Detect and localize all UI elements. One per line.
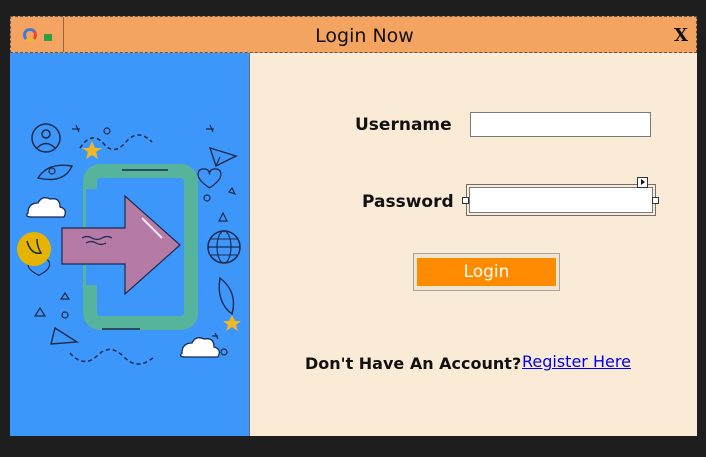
resize-handle-left[interactable] bbox=[462, 197, 469, 204]
app-logo-square-icon bbox=[44, 34, 52, 41]
login-button[interactable]: Login bbox=[417, 258, 556, 286]
username-label: Username bbox=[355, 115, 452, 135]
login-button-frame: Login bbox=[413, 253, 560, 291]
username-input[interactable] bbox=[470, 112, 651, 137]
register-link[interactable]: Register Here bbox=[522, 352, 631, 371]
app-logo-ring-icon bbox=[23, 28, 37, 42]
login-window: Login Now X Username Password Login Don'… bbox=[10, 16, 697, 436]
password-input[interactable] bbox=[469, 187, 653, 213]
window-title: Login Now bbox=[315, 25, 414, 47]
smart-tag-arrow-icon[interactable] bbox=[637, 177, 648, 188]
close-button[interactable]: X bbox=[672, 25, 690, 47]
login-arrow-illustration-icon bbox=[17, 123, 241, 365]
no-account-text: Don't Have An Account? bbox=[305, 354, 522, 373]
app-icon[interactable] bbox=[11, 17, 64, 52]
illustration-panel bbox=[10, 53, 250, 436]
password-label: Password bbox=[362, 192, 454, 212]
password-selection-frame bbox=[466, 184, 656, 216]
resize-handle-right[interactable] bbox=[652, 197, 659, 204]
title-bar[interactable]: Login Now X bbox=[10, 16, 697, 53]
